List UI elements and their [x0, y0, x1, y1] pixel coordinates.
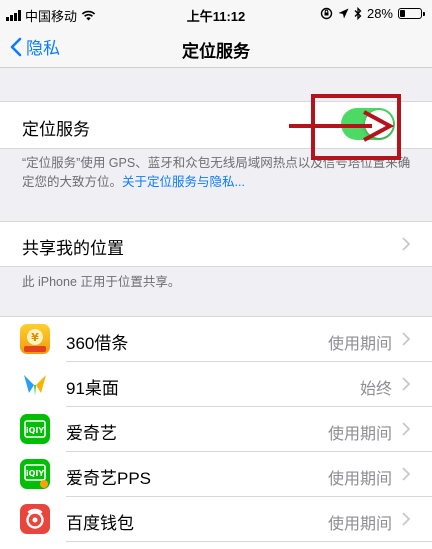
app-permission-value: 始终 [359, 381, 392, 398]
location-services-label: 定位服务 [22, 120, 90, 139]
svg-text:¥: ¥ [31, 331, 39, 344]
app-row-iqiyi-pps[interactable]: iQIY 爱奇艺PPS 使用期间 [0, 452, 432, 496]
share-location-label: 共享我的位置 [22, 239, 124, 258]
app-name: 360借条 [66, 334, 129, 353]
divider [66, 541, 432, 542]
iqiyi-icon: iQIY [20, 414, 50, 444]
app-row-iqiyi[interactable]: iQIY 爱奇艺 使用期间 [0, 407, 432, 451]
svg-text:iQIY: iQIY [26, 469, 45, 478]
chevron-right-icon [402, 377, 410, 391]
app-name: 91桌面 [66, 379, 119, 398]
chevron-right-icon [402, 237, 410, 251]
svg-text:iQIY: iQIY [26, 426, 45, 435]
app-permission-value: 使用期间 [327, 336, 392, 353]
app-row-baidu-wallet[interactable]: 百度钱包 使用期间 [0, 497, 432, 541]
share-location-footer: 此 iPhone 正用于位置共享。 [22, 275, 181, 289]
app-permission-value: 使用期间 [327, 516, 392, 533]
battery-icon [398, 8, 425, 19]
chevron-right-icon [402, 512, 410, 526]
navigation-bar: 隐私 定位服务 [0, 28, 432, 68]
bluetooth-icon [354, 7, 362, 20]
app-row-91-desktop[interactable]: 91桌面 始终 [0, 362, 432, 406]
app-permission-value: 使用期间 [327, 471, 392, 488]
battery-percent: 28% [366, 6, 393, 21]
divider [0, 148, 432, 149]
app-name: 百度钱包 [66, 514, 134, 533]
chevron-right-icon [402, 422, 410, 436]
location-privacy-link[interactable]: 关于定位服务与隐私... [122, 175, 245, 189]
app-name: 爱奇艺PPS [66, 469, 152, 488]
orientation-lock-icon [320, 7, 333, 20]
status-bar-right: 28% [320, 6, 425, 21]
app-permission-value: 使用期间 [327, 426, 392, 443]
chevron-right-icon [402, 332, 410, 346]
360-jietiao-icon: ¥ [20, 324, 50, 354]
toggle-knob [365, 110, 393, 138]
iqiyi-pps-icon: iQIY [20, 459, 50, 489]
location-arrow-icon [338, 8, 349, 19]
91-desktop-icon [20, 369, 50, 399]
divider [0, 266, 432, 267]
battery-fill [400, 10, 405, 17]
app-name: 爱奇艺 [66, 424, 117, 443]
app-row-360-jietiao[interactable]: ¥ 360借条 使用期间 [0, 317, 432, 361]
chevron-right-icon [402, 467, 410, 481]
location-services-toggle[interactable] [341, 108, 395, 140]
share-location-cell[interactable]: 共享我的位置 [0, 222, 432, 266]
baidu-wallet-icon [20, 504, 50, 534]
status-bar: 中国移动 上午11:12 28% [0, 0, 432, 28]
page-title: 定位服务 [182, 42, 250, 61]
location-services-footer: “定位服务”使用 GPS、蓝牙和众包无线局域网热点以及信号塔位置来确定您的大致方… [22, 154, 414, 192]
